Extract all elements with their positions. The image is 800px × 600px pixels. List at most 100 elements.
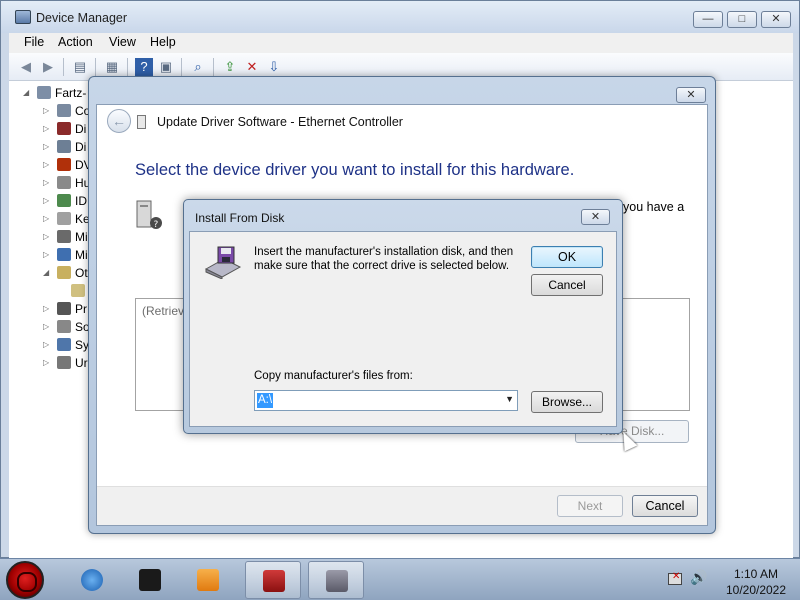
help-icon[interactable]: ? xyxy=(135,58,153,76)
expand-arrow-icon[interactable]: ▷ xyxy=(43,102,53,120)
taskbar: 🔊 1:10 AM 10/20/2022 xyxy=(0,558,800,600)
tree-item-label: ID xyxy=(75,194,87,208)
install-disk-icon xyxy=(204,246,242,279)
internet-explorer-icon xyxy=(81,569,103,591)
toolbar-separator xyxy=(181,58,182,76)
menu-help[interactable]: Help xyxy=(150,35,176,49)
instruction-text: Insert the manufacturer's installation d… xyxy=(254,246,514,272)
forward-arrow-icon[interactable]: ▶ xyxy=(39,58,57,76)
back-button[interactable]: ← xyxy=(107,109,131,133)
device-category-icon xyxy=(71,284,85,297)
tree-item-label: Mi xyxy=(75,248,88,262)
tree-item-label: Ur xyxy=(75,356,88,370)
start-button[interactable] xyxy=(6,561,44,599)
properties-icon[interactable]: ▦ xyxy=(103,58,121,76)
taskbar-item-internet-explorer[interactable] xyxy=(64,561,120,599)
expand-arrow-icon[interactable]: ▷ xyxy=(43,318,53,336)
next-button[interactable]: Next xyxy=(557,495,623,517)
toolbox-icon xyxy=(263,570,285,592)
menu-action[interactable]: Action xyxy=(58,35,93,49)
chevron-down-icon[interactable]: ▼ xyxy=(505,394,514,404)
update-driver-icon[interactable]: ⇪ xyxy=(221,58,239,76)
computer-icon xyxy=(37,86,51,99)
close-button[interactable]: ✕ xyxy=(676,87,706,103)
tree-root-label: Fartz- xyxy=(55,86,87,100)
title-bar[interactable]: Device Manager — □ ✕ xyxy=(1,1,799,33)
expand-arrow-icon[interactable]: ▷ xyxy=(43,228,53,246)
page-heading: Select the device driver you want to ins… xyxy=(135,161,575,179)
expand-arrow-icon[interactable]: ◢ xyxy=(43,264,53,282)
expand-arrow-icon[interactable]: ▷ xyxy=(43,156,53,174)
device-category-icon xyxy=(57,104,71,117)
show-hide-tree-icon[interactable]: ▤ xyxy=(71,58,89,76)
media-center-icon xyxy=(139,569,161,591)
tree-item-label: Mi xyxy=(75,230,88,244)
device-category-icon xyxy=(57,320,71,333)
collapse-icon[interactable]: ◢ xyxy=(23,84,33,102)
back-arrow-icon[interactable]: ◀ xyxy=(17,58,35,76)
expand-arrow-icon[interactable]: ▷ xyxy=(43,192,53,210)
clock-date[interactable]: 10/20/2022 xyxy=(718,583,794,597)
taskbar-item-media-player[interactable] xyxy=(180,561,236,599)
dialog-footer: Next Cancel xyxy=(97,486,707,525)
menu-view[interactable]: View xyxy=(109,35,136,49)
minimize-button[interactable]: — xyxy=(693,11,723,28)
device-category-icon xyxy=(57,230,71,243)
hardware-question-icon: ? xyxy=(136,200,162,230)
menu-file[interactable]: File xyxy=(24,35,44,49)
device-category-icon xyxy=(57,266,71,279)
close-button[interactable]: ✕ xyxy=(581,209,610,225)
clock-time[interactable]: 1:10 AM xyxy=(726,567,786,581)
instruction-text: you have a xyxy=(623,200,685,214)
scan-hardware-icon[interactable]: ⌕ xyxy=(189,58,207,76)
action-pane-icon[interactable]: ▣ xyxy=(157,58,175,76)
tree-item-label: Di xyxy=(75,140,87,154)
tree-item-label: Ot xyxy=(75,266,88,280)
network-disconnected-icon[interactable] xyxy=(668,571,682,585)
toolbar-separator xyxy=(95,58,96,76)
cancel-button[interactable]: Cancel xyxy=(632,495,698,517)
expand-arrow-icon[interactable]: ▷ xyxy=(43,138,53,156)
device-category-icon xyxy=(57,248,71,261)
ok-button[interactable]: OK xyxy=(531,246,603,268)
expand-arrow-icon[interactable]: ▷ xyxy=(43,246,53,264)
expand-arrow-icon[interactable]: ▷ xyxy=(43,210,53,228)
device-icon xyxy=(137,115,146,129)
dialog-title: Update Driver Software - Ethernet Contro… xyxy=(157,115,403,129)
taskbar-item-media-center[interactable] xyxy=(122,561,178,599)
taskbar-item-install-disk[interactable] xyxy=(308,561,364,599)
copy-from-label: Copy manufacturer's files from: xyxy=(254,370,413,382)
toolbar-separator xyxy=(63,58,64,76)
combobox-value: A:\ xyxy=(257,393,274,408)
device-category-icon xyxy=(57,194,71,207)
media-player-icon xyxy=(197,569,219,591)
expand-arrow-icon[interactable]: ▷ xyxy=(43,174,53,192)
close-button[interactable]: ✕ xyxy=(761,11,791,28)
disable-device-icon[interactable]: ⇩ xyxy=(265,58,283,76)
window-title: Device Manager xyxy=(36,11,128,25)
expand-arrow-icon[interactable]: ▷ xyxy=(43,354,53,372)
uninstall-icon[interactable]: ✕ xyxy=(243,58,261,76)
device-category-icon xyxy=(57,140,71,153)
volume-icon[interactable]: 🔊 xyxy=(690,569,707,586)
device-category-icon xyxy=(57,302,71,315)
tree-item-label: Pr xyxy=(75,302,87,316)
toolbar-separator xyxy=(213,58,214,76)
menu-bar: File Action View Help xyxy=(9,33,793,53)
cancel-button[interactable]: Cancel xyxy=(531,274,603,296)
browse-button[interactable]: Browse... xyxy=(531,391,603,413)
device-category-icon xyxy=(57,212,71,225)
copy-from-combobox[interactable]: A:\ ▼ xyxy=(254,390,518,411)
dialog-body: Insert the manufacturer's installation d… xyxy=(189,231,617,427)
tree-item-label: Di xyxy=(75,122,87,136)
device-category-icon xyxy=(57,176,71,189)
device-category-icon xyxy=(57,122,71,135)
maximize-button[interactable]: □ xyxy=(727,11,757,28)
taskbar-item-device-manager[interactable] xyxy=(245,561,301,599)
expand-arrow-icon[interactable]: ▷ xyxy=(43,336,53,354)
device-category-icon xyxy=(57,356,71,369)
expand-arrow-icon[interactable]: ▷ xyxy=(43,120,53,138)
device-manager-icon xyxy=(15,10,31,24)
system-tray: 🔊 1:10 AM 10/20/2022 xyxy=(660,565,800,597)
expand-arrow-icon[interactable]: ▷ xyxy=(43,300,53,318)
